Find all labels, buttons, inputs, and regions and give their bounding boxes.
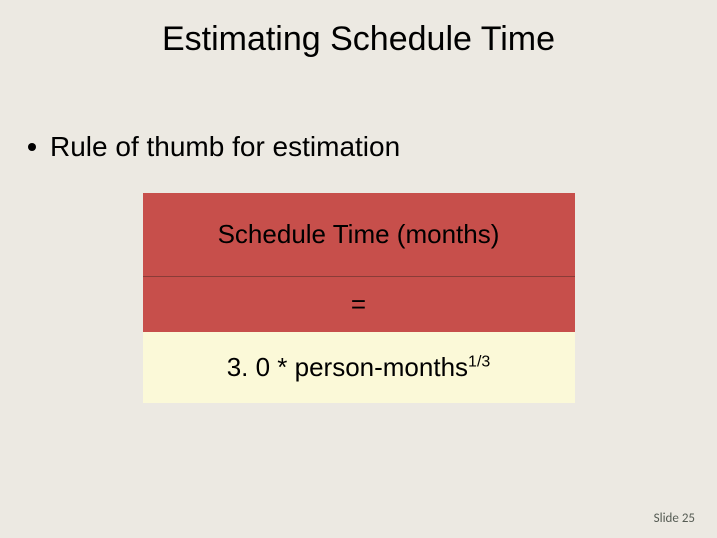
bullet-text: Rule of thumb for estimation — [50, 131, 400, 163]
formula-base: 3. 0 * person-months — [227, 352, 468, 382]
slide-number-value: 25 — [682, 511, 695, 526]
formula-box: Schedule Time (months) = 3. 0 * person-m… — [143, 193, 575, 403]
formula-line-1: Schedule Time (months) — [143, 193, 575, 277]
slide-title: Estimating Schedule Time — [0, 0, 717, 59]
bullet-dot-icon — [28, 143, 36, 151]
slide-label: Slide — [654, 511, 679, 526]
formula-line-2: 3. 0 * person-months1/3 — [143, 332, 575, 403]
bullet-item: Rule of thumb for estimation — [28, 131, 717, 163]
slide-number: Slide 25 — [654, 511, 695, 526]
formula-exponent: 1/3 — [468, 353, 490, 370]
formula-equals: = — [143, 277, 575, 332]
